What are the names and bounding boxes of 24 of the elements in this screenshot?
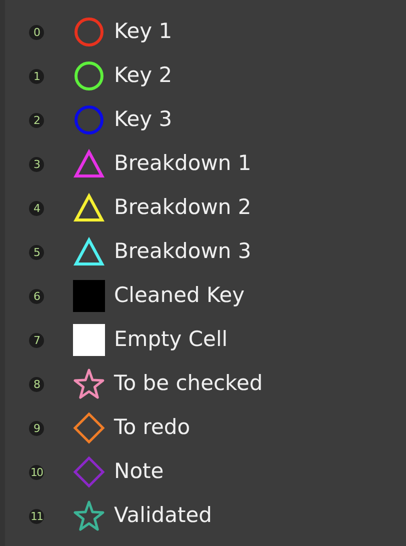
- index-number: 5: [29, 244, 44, 260]
- legend-label: Empty Cell: [114, 326, 228, 354]
- legend-label: Breakdown 1: [114, 150, 252, 178]
- legend-label: Note: [114, 458, 164, 486]
- legend-label: Key 1: [114, 18, 172, 46]
- index-number: 10: [29, 464, 44, 480]
- legend-label: Key 3: [114, 106, 172, 134]
- index-number: 7: [29, 332, 44, 348]
- legend-label: To redo: [114, 414, 190, 442]
- legend-label: Cleaned Key: [114, 282, 245, 310]
- index-number: 6: [29, 288, 44, 304]
- legend-label: Validated: [114, 502, 212, 530]
- index-number: 1: [29, 68, 44, 84]
- index-number: 3: [29, 156, 44, 172]
- index-number: 4: [29, 200, 44, 216]
- index-number: 2: [29, 112, 44, 128]
- index-number: 0: [29, 24, 44, 40]
- legend-label: Key 2: [114, 62, 172, 90]
- legend-label: To be checked: [114, 370, 263, 398]
- index-number: 11: [29, 508, 44, 524]
- legend-label: Breakdown 3: [114, 238, 252, 266]
- index-number: 9: [29, 420, 44, 436]
- index-number: 8: [29, 376, 44, 392]
- legend-label: Breakdown 2: [114, 194, 252, 222]
